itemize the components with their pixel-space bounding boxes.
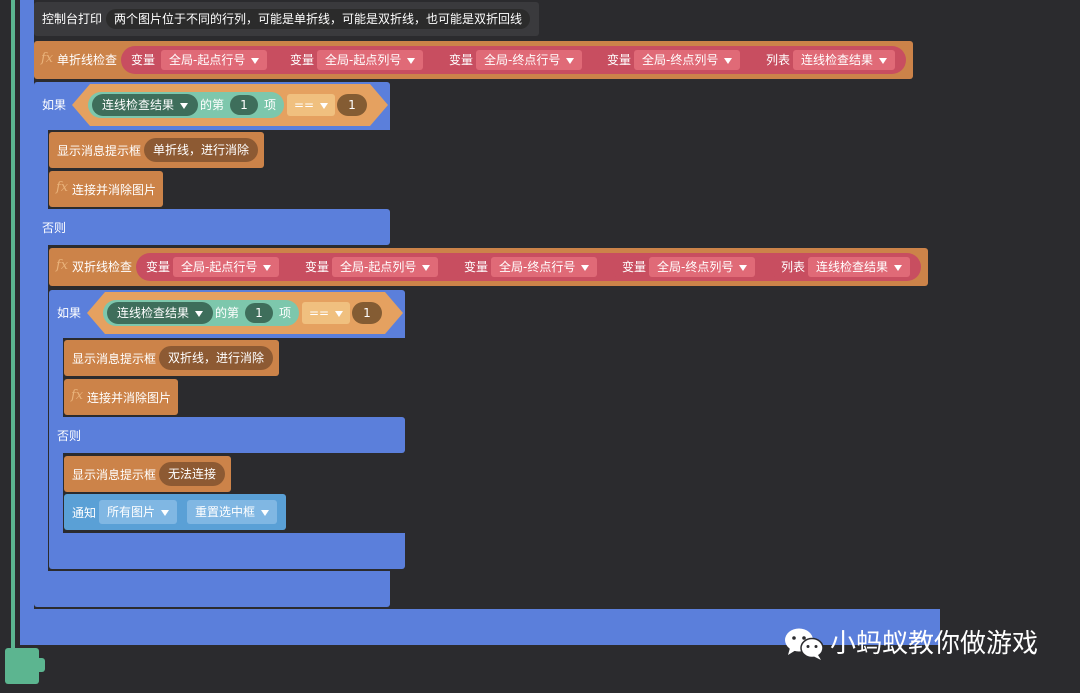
if-block-2-footer bbox=[49, 533, 405, 569]
arg-kind-label: 变量 bbox=[305, 260, 330, 274]
chevron-down-icon bbox=[263, 264, 272, 271]
chevron-down-icon bbox=[879, 57, 888, 64]
fx-icon: fx bbox=[56, 258, 69, 273]
chevron-down-icon bbox=[261, 509, 270, 516]
list-var-select[interactable]: 连线检查结果 bbox=[107, 302, 214, 324]
chevron-down-icon bbox=[739, 264, 748, 271]
single-line-check-block[interactable]: fx 单折线检查 变量 全局-起点行号 变量 全局-起点列号 变量 全局-终点行… bbox=[34, 41, 913, 79]
single-line-check-label: 单折线检查 bbox=[57, 53, 118, 67]
connect-remove-label: 连接并消除图片 bbox=[87, 391, 172, 405]
variable-select-end-col[interactable]: 全局-终点列号 bbox=[634, 50, 741, 70]
chevron-down-icon bbox=[894, 264, 903, 271]
chevron-down-icon bbox=[180, 102, 189, 109]
toast-message[interactable]: 无法连接 bbox=[159, 462, 226, 486]
arg-kind-label: 变量 bbox=[464, 260, 489, 274]
arg-kind-label: 变量 bbox=[290, 53, 315, 67]
list-item-getter[interactable]: 连线检查结果 的第 1 项 bbox=[103, 300, 299, 326]
else-label: 否则 bbox=[57, 429, 82, 443]
compare-value[interactable]: 1 bbox=[352, 302, 382, 324]
fx-icon: fx bbox=[56, 180, 69, 195]
list-select-result[interactable]: 连线检查结果 bbox=[808, 257, 911, 277]
connect-remove-call[interactable]: fx 连接并消除图片 bbox=[64, 379, 178, 415]
double-line-check-block[interactable]: fx 双折线检查 变量 全局-起点行号 变量 全局-起点列号 变量 全局-终点行… bbox=[49, 248, 928, 286]
double-line-check-label: 双折线检查 bbox=[72, 260, 133, 274]
notify-block[interactable]: 通知 所有图片 重置选中框 bbox=[64, 494, 286, 530]
list-item-getter[interactable]: 连线检查结果 的第 1 项 bbox=[88, 92, 284, 118]
console-print-label: 控制台打印 bbox=[42, 12, 103, 26]
of-label: 的第 bbox=[215, 306, 240, 320]
show-toast-block[interactable]: 显示消息提示框 双折线，进行消除 bbox=[64, 340, 279, 376]
fx-icon: fx bbox=[71, 388, 84, 403]
console-print-block[interactable]: 控制台打印 两个图片位于不同的行列，可能是单折线，可能是双折线，也可能是双折回线 bbox=[34, 2, 539, 36]
if-label: 如果 bbox=[57, 306, 82, 320]
show-toast-label: 显示消息提示框 bbox=[57, 144, 142, 158]
toast-message[interactable]: 双折线，进行消除 bbox=[159, 346, 274, 370]
else-2-spine bbox=[49, 453, 63, 535]
chevron-down-icon bbox=[581, 264, 590, 271]
event-rail bbox=[11, 0, 15, 652]
condition-compare-2[interactable]: 连线检查结果 的第 1 项 == 1 bbox=[87, 292, 403, 334]
toast-message[interactable]: 单折线，进行消除 bbox=[144, 138, 259, 162]
if-block-1-footer bbox=[34, 571, 390, 607]
show-toast-label: 显示消息提示框 bbox=[72, 352, 157, 366]
index-value[interactable]: 1 bbox=[245, 303, 273, 323]
operator-select[interactable]: == bbox=[287, 94, 336, 116]
index-value[interactable]: 1 bbox=[230, 95, 258, 115]
notify-label: 通知 bbox=[72, 506, 97, 520]
show-toast-block[interactable]: 显示消息提示框 单折线，进行消除 bbox=[49, 132, 264, 168]
arg-kind-label: 变量 bbox=[607, 53, 632, 67]
variable-select-end-col[interactable]: 全局-终点列号 bbox=[649, 257, 756, 277]
variable-select-end-row[interactable]: 全局-终点行号 bbox=[476, 50, 583, 70]
chevron-down-icon bbox=[335, 310, 344, 317]
connect-remove-call[interactable]: fx 连接并消除图片 bbox=[49, 171, 163, 207]
arg-kind-label: 变量 bbox=[449, 53, 474, 67]
wechat-icon bbox=[785, 628, 824, 660]
variable-select-start-col[interactable]: 全局-起点列号 bbox=[317, 50, 424, 70]
chevron-down-icon bbox=[407, 57, 416, 64]
chevron-down-icon bbox=[724, 57, 733, 64]
chevron-down-icon bbox=[566, 57, 575, 64]
arg-result-list[interactable]: 列表 连线检查结果 bbox=[771, 253, 921, 281]
connect-remove-label: 连接并消除图片 bbox=[72, 183, 157, 197]
list-var-select[interactable]: 连线检查结果 bbox=[92, 94, 199, 116]
if-label: 如果 bbox=[42, 98, 67, 112]
fx-icon: fx bbox=[41, 51, 54, 66]
else-2-bar[interactable] bbox=[49, 417, 405, 453]
chevron-down-icon bbox=[195, 310, 204, 317]
chevron-down-icon bbox=[320, 102, 329, 109]
chevron-down-icon bbox=[422, 264, 431, 271]
variable-select-start-col[interactable]: 全局-起点列号 bbox=[332, 257, 439, 277]
variable-select-start-row[interactable]: 全局-起点行号 bbox=[161, 50, 268, 70]
condition-compare-1[interactable]: 连线检查结果 的第 1 项 == 1 bbox=[72, 84, 388, 126]
variable-select-end-row[interactable]: 全局-终点行号 bbox=[491, 257, 598, 277]
else-1-bar[interactable] bbox=[34, 209, 390, 245]
notify-event-select[interactable]: 重置选中框 bbox=[187, 500, 278, 524]
chevron-down-icon bbox=[161, 509, 170, 516]
show-toast-block[interactable]: 显示消息提示框 无法连接 bbox=[64, 456, 231, 492]
show-toast-label: 显示消息提示框 bbox=[72, 468, 157, 482]
chevron-down-icon bbox=[251, 57, 260, 64]
of-label: 的第 bbox=[200, 98, 225, 112]
if-block-1-spine bbox=[34, 130, 48, 210]
list-select-result[interactable]: 连线检查结果 bbox=[793, 50, 896, 70]
watermark-text: 小蚂蚁教你做游戏 bbox=[830, 629, 1039, 659]
arg-result-list[interactable]: 列表 连线检查结果 bbox=[756, 46, 906, 74]
variable-select-start-row[interactable]: 全局-起点行号 bbox=[173, 257, 280, 277]
notify-target-select[interactable]: 所有图片 bbox=[99, 500, 178, 524]
operator-select[interactable]: == bbox=[302, 302, 351, 324]
arg-kind-label: 变量 bbox=[146, 260, 171, 274]
else-label: 否则 bbox=[42, 221, 67, 235]
if-block-2-spine bbox=[49, 338, 63, 418]
else-1-spine bbox=[34, 245, 48, 571]
arg-kind-label: 列表 bbox=[766, 53, 791, 67]
console-print-value[interactable]: 两个图片位于不同的行列，可能是单折线，可能是双折线，也可能是双折回线 bbox=[106, 9, 531, 29]
arg-kind-label: 变量 bbox=[622, 260, 647, 274]
event-block-foot[interactable] bbox=[5, 648, 45, 684]
compare-value[interactable]: 1 bbox=[337, 94, 367, 116]
outer-event-frame-left[interactable] bbox=[20, 0, 34, 645]
arg-kind-label: 变量 bbox=[131, 53, 156, 67]
arg-kind-label: 列表 bbox=[781, 260, 806, 274]
item-label: 项 bbox=[279, 306, 292, 320]
item-label: 项 bbox=[264, 98, 277, 112]
